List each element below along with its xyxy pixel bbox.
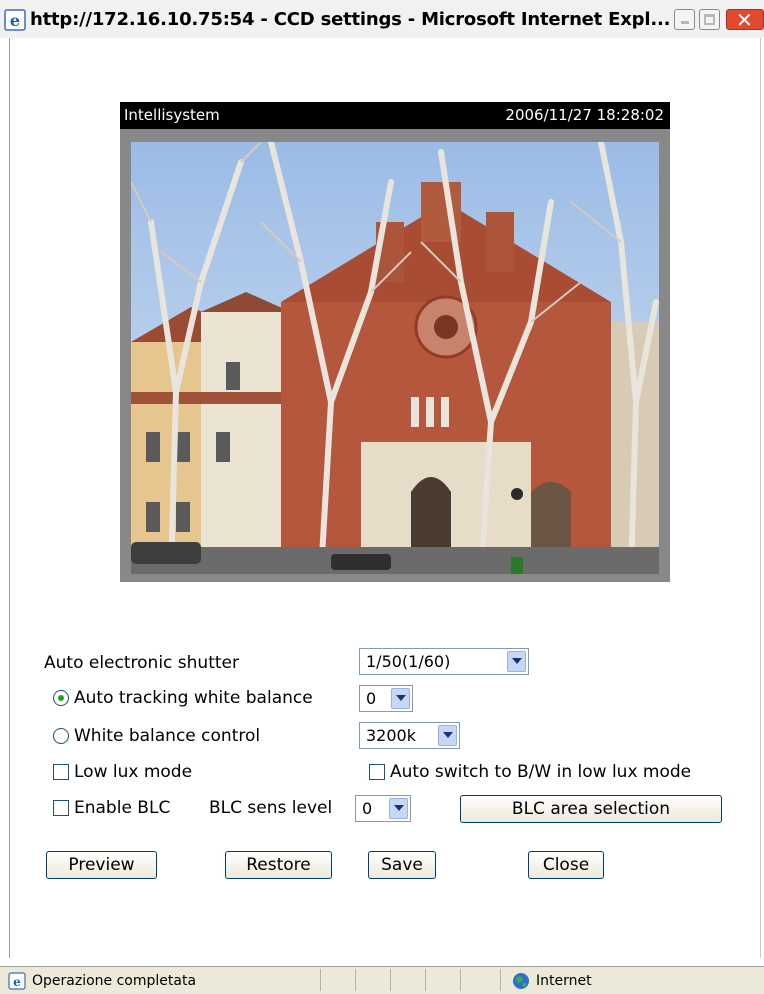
radio-selected-dot — [58, 695, 64, 701]
minimize-button[interactable] — [674, 9, 695, 30]
title-bar: e http://172.16.10.75:54 - CCD settings … — [0, 0, 764, 38]
chevron-down-icon — [389, 798, 408, 819]
chevron-down-icon — [438, 725, 457, 746]
status-divider — [460, 969, 461, 991]
camera-name: Intellisystem — [124, 106, 220, 124]
svg-text:e: e — [13, 975, 21, 989]
close-window-button[interactable]: ✕ — [726, 9, 764, 30]
auto-bw-checkbox[interactable] — [369, 764, 385, 780]
page-icon: e — [8, 972, 26, 990]
video-timestamp: 2006/11/27 18:28:02 — [505, 106, 664, 124]
auto-wb-select[interactable]: 0 — [359, 685, 413, 712]
status-divider — [390, 969, 391, 991]
window-border-right — [760, 38, 761, 958]
shutter-value: 1/50(1/60) — [366, 652, 451, 671]
video-stream-image — [131, 142, 659, 574]
save-button[interactable]: Save — [368, 851, 436, 879]
auto-bw-label: Auto switch to B/W in low lux mode — [390, 762, 692, 782]
globe-icon — [513, 973, 529, 989]
chevron-down-icon — [507, 651, 526, 672]
low-lux-label: Low lux mode — [74, 762, 193, 782]
enable-blc-label: Enable BLC — [74, 798, 171, 818]
svg-text:e: e — [10, 11, 20, 30]
video-caption-bar: Intellisystem 2006/11/27 18:28:02 — [120, 102, 670, 129]
status-divider — [320, 969, 321, 991]
blc-sens-label: BLC sens level — [209, 798, 333, 818]
blc-sens-value: 0 — [362, 799, 373, 818]
preview-button[interactable]: Preview — [46, 851, 157, 879]
shutter-select[interactable]: 1/50(1/60) — [359, 648, 529, 675]
status-divider — [500, 969, 501, 991]
status-text: Operazione completata — [32, 973, 197, 989]
close-icon: ✕ — [736, 8, 753, 32]
security-zone: Internet — [536, 973, 592, 989]
minimize-icon — [681, 21, 689, 24]
wb-control-label: White balance control — [74, 726, 261, 746]
window-border-left — [9, 38, 10, 958]
shutter-label: Auto electronic shutter — [44, 653, 239, 673]
status-divider — [425, 969, 426, 991]
maximize-icon — [704, 14, 715, 25]
internet-explorer-icon: e — [4, 9, 26, 31]
enable-blc-checkbox[interactable] — [53, 800, 69, 816]
status-bar: e Operazione completata Internet — [0, 966, 764, 994]
window-title: http://172.16.10.75:54 - CCD settings - … — [30, 9, 671, 30]
chevron-down-icon — [391, 688, 410, 709]
blc-sens-select[interactable]: 0 — [355, 795, 411, 822]
auto-wb-value: 0 — [366, 689, 377, 708]
restore-button[interactable]: Restore — [225, 851, 332, 879]
status-divider — [355, 969, 356, 991]
wb-control-select[interactable]: 3200k — [359, 722, 460, 749]
maximize-button[interactable] — [699, 9, 720, 30]
low-lux-checkbox[interactable] — [53, 764, 69, 780]
wb-control-value: 3200k — [366, 726, 416, 745]
blc-area-selection-button[interactable]: BLC area selection — [460, 795, 722, 823]
auto-tracking-wb-radio[interactable] — [53, 690, 69, 706]
auto-tracking-wb-label: Auto tracking white balance — [74, 688, 313, 708]
close-button[interactable]: Close — [528, 851, 604, 879]
wb-control-radio[interactable] — [53, 728, 69, 744]
video-frame — [120, 129, 670, 582]
